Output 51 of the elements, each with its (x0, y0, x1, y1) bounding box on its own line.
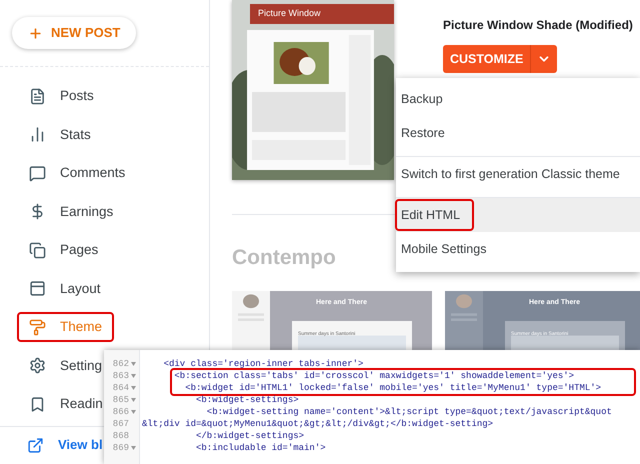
code-line: <b:section class='tabs' id='crosscol' maxwidgets='1' showaddelement='yes'> (173, 370, 576, 382)
paint-roller-icon (29, 318, 46, 336)
line-number: 862 (112, 360, 129, 368)
code-line: <b:widget-settings> (195, 394, 300, 406)
code-line: <b:includable id='main'> (195, 442, 327, 454)
fold-arrow-icon[interactable] (131, 398, 136, 402)
line-number: 867 (112, 420, 129, 428)
section-heading: Contempo (232, 245, 336, 271)
line-number: 869 (112, 444, 129, 452)
sidebar-item[interactable]: Earnings (17, 196, 116, 227)
menu-item[interactable]: Restore (395, 117, 459, 149)
pages-icon (29, 242, 46, 259)
view-blog-link[interactable]: View bl (58, 435, 103, 455)
code-line: &lt;div id=&quot;MyMenu1&quot;&gt;&lt;/div&gt;</b:widget-setting> (142, 418, 494, 430)
code-line: <div class='region-inner tabs-inner'> (162, 358, 364, 370)
sidebar-item[interactable]: Readin (17, 389, 105, 420)
line-number: 868 (112, 432, 129, 440)
code-line: <b:widget-setting name='content'>&lt;script type=&quot;text/javascript&quot (206, 406, 613, 418)
document-icon (29, 88, 46, 105)
bookmark-icon (29, 396, 46, 413)
line-number: 864 (112, 384, 129, 392)
menu-item[interactable]: Backup (395, 83, 457, 115)
theme-preview[interactable]: Picture Window (232, 0, 394, 180)
line-number: 866 (112, 408, 129, 416)
plus-icon (28, 26, 43, 40)
code-line: </b:widget-settings> (195, 430, 306, 442)
code-line: <b:widget id='HTML1' locked='false' mobile='yes' title='MyMenu1' type='HTML'> (184, 382, 602, 394)
bar-chart-icon (29, 126, 46, 144)
fold-arrow-icon[interactable] (131, 386, 136, 390)
external-link-icon (27, 436, 44, 454)
sidebar-item[interactable]: Stats (17, 120, 93, 150)
fold-arrow-icon[interactable] (131, 446, 136, 450)
blog-title: Picture Window (258, 7, 321, 20)
sidebar-item[interactable]: Posts (17, 81, 96, 112)
theme-name: Picture Window Shade (Modified) (443, 17, 633, 34)
sidebar-item[interactable]: Layout (17, 274, 103, 304)
layout-icon (29, 280, 46, 298)
speech-bubble-icon (29, 164, 46, 182)
line-number: 865 (112, 396, 129, 404)
sidebar-item[interactable]: Comments (17, 158, 128, 188)
menu-item[interactable]: Edit HTML (395, 199, 474, 231)
menu-item[interactable]: Mobile Settings (395, 233, 500, 265)
line-number: 863 (112, 372, 129, 380)
dropdown-button[interactable] (530, 45, 558, 73)
sidebar-item[interactable]: Pages (17, 235, 100, 266)
settings-icon (29, 357, 46, 374)
fold-arrow-icon[interactable] (131, 410, 136, 414)
sidebar-item[interactable]: Setting (17, 350, 104, 381)
menu-item[interactable]: Switch to first generation Classic theme (395, 158, 634, 190)
fold-arrow-icon[interactable] (131, 374, 136, 378)
fold-arrow-icon[interactable] (131, 362, 136, 366)
